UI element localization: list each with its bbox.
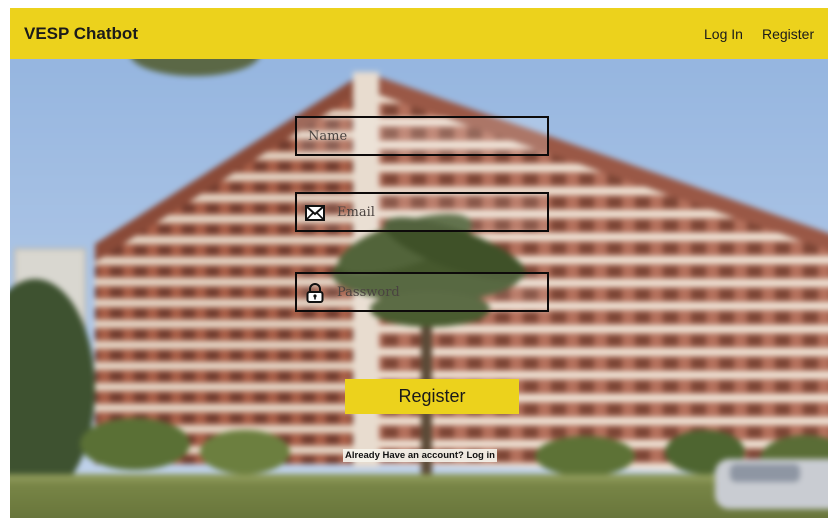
brand-logo[interactable]: VESP Chatbot	[24, 24, 138, 44]
already-have-account-text: Already Have an account? Log in	[343, 449, 497, 462]
padlock-icon	[306, 283, 324, 303]
login-link[interactable]: Log in	[466, 450, 495, 461]
password-field[interactable]	[295, 272, 549, 312]
page-frame: VESP Chatbot Log In Register Name Email …	[10, 8, 828, 518]
name-input[interactable]	[308, 118, 540, 154]
register-button[interactable]: Register	[345, 379, 519, 414]
nav-login-link[interactable]: Log In	[704, 26, 743, 42]
email-field[interactable]	[295, 192, 549, 232]
name-field[interactable]	[295, 116, 549, 156]
nav-register-link[interactable]: Register	[762, 26, 814, 42]
hero-section: Register Already Have an account? Log in	[10, 59, 828, 518]
password-input[interactable]	[337, 274, 537, 310]
email-input[interactable]	[337, 194, 537, 230]
navbar: VESP Chatbot Log In Register	[10, 8, 828, 59]
envelope-icon	[305, 205, 325, 221]
already-prefix: Already Have an account?	[345, 450, 467, 461]
